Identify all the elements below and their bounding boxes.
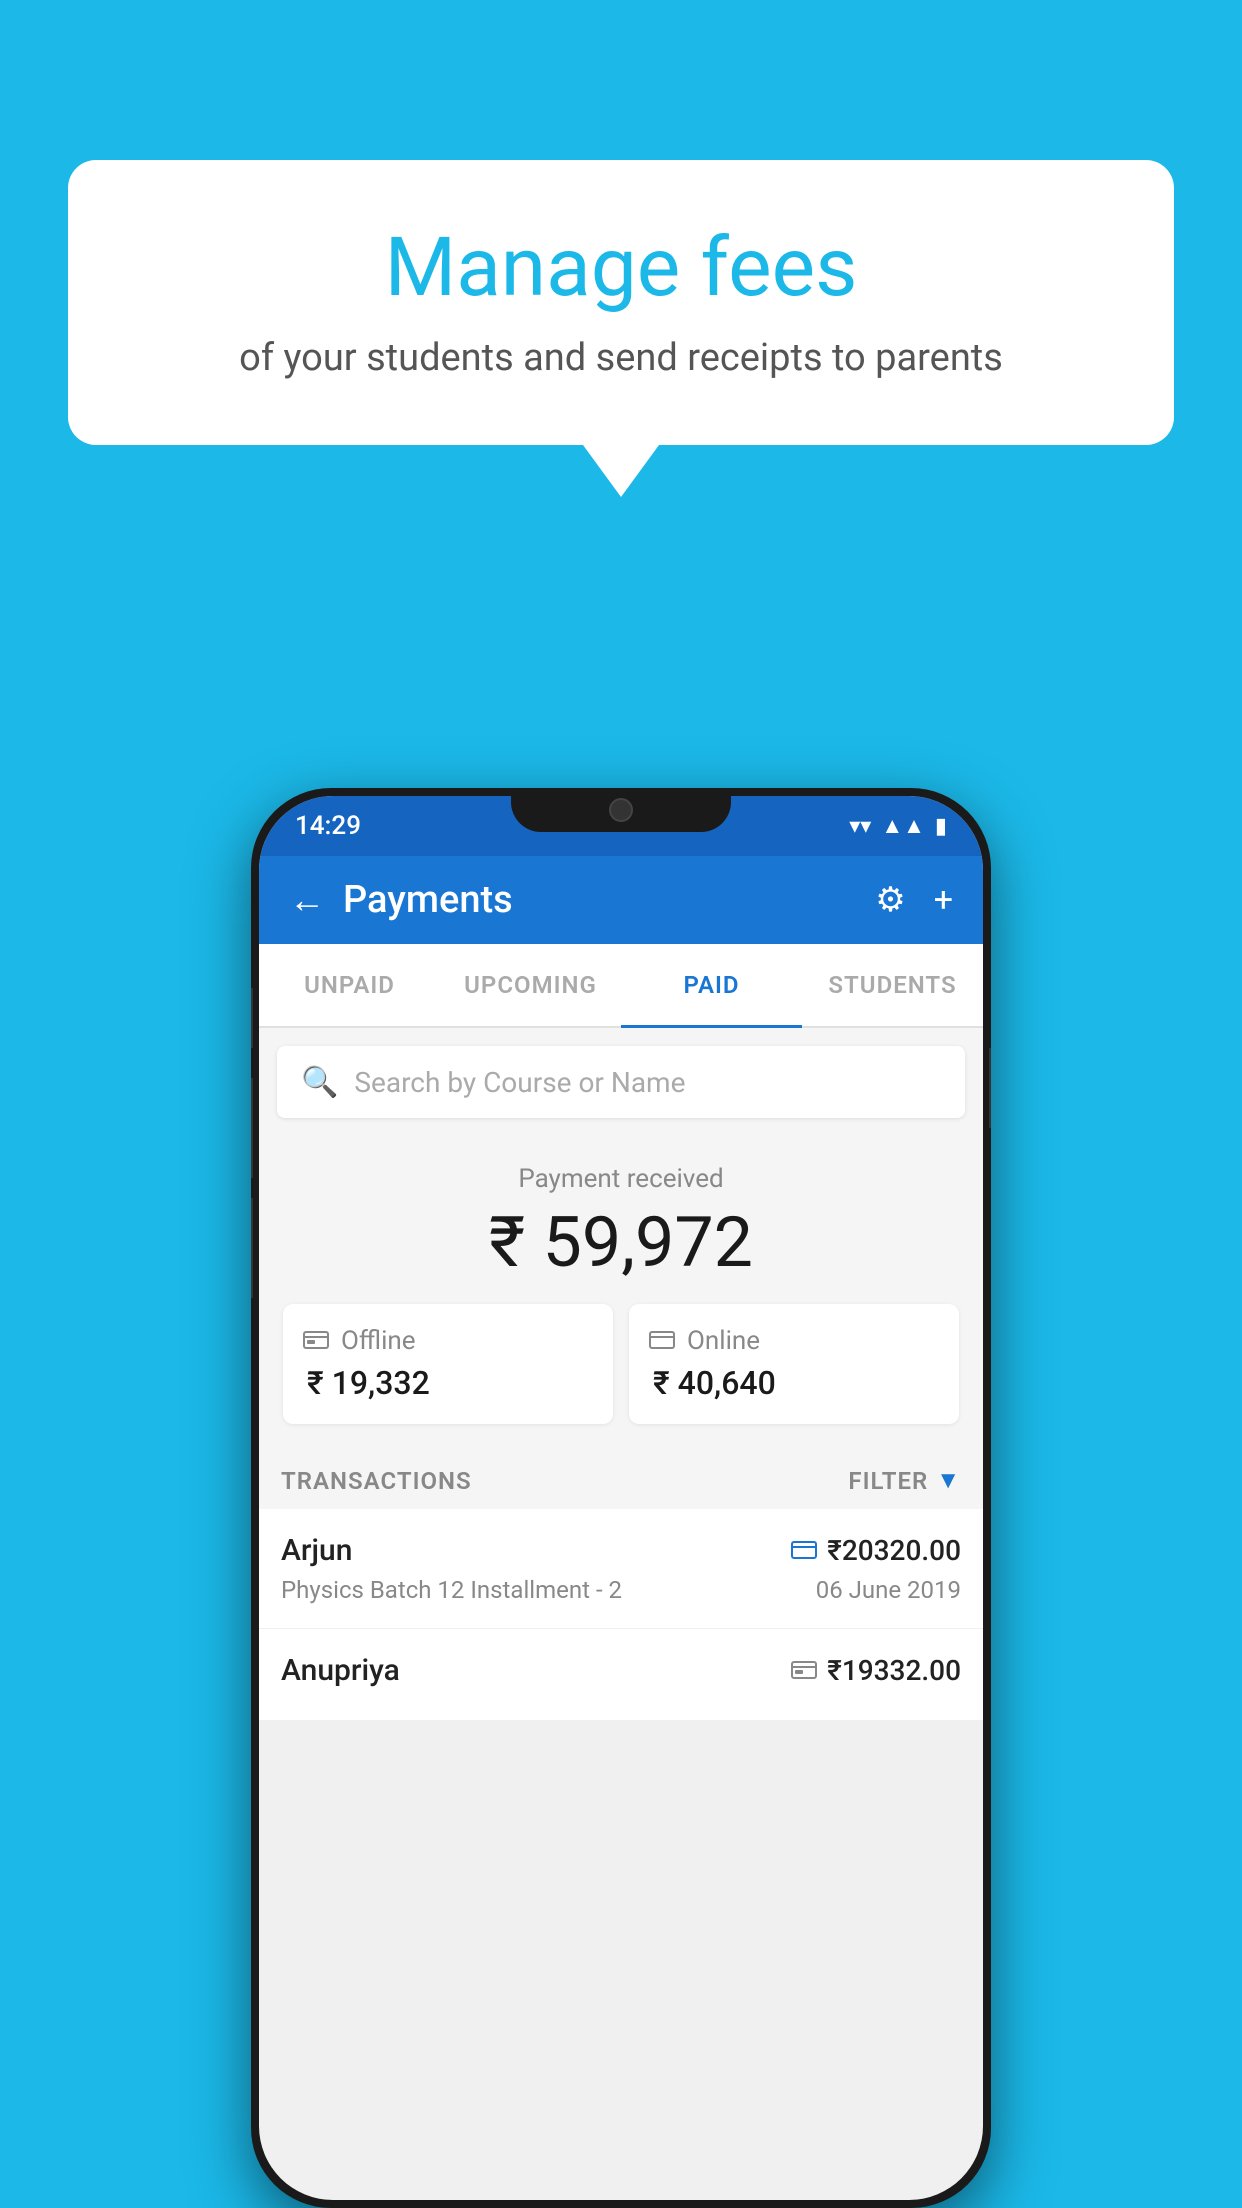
volume-down-button (251, 1078, 253, 1178)
filter-label-text: FILTER (848, 1467, 928, 1495)
transaction-item[interactable]: Arjun ₹20320.00 (259, 1509, 983, 1629)
online-label: Online (687, 1326, 760, 1356)
speech-bubble-container: Manage fees of your students and send re… (68, 160, 1174, 497)
transaction-item[interactable]: Anupriya ₹19332.00 (259, 1629, 983, 1721)
phone-notch (511, 788, 731, 832)
payment-type-icon (791, 1536, 817, 1566)
offline-card-header: Offline (303, 1326, 416, 1356)
transaction-row2: Physics Batch 12 Installment - 2 06 June… (281, 1576, 961, 1604)
tab-unpaid[interactable]: UNPAID (259, 944, 440, 1028)
offline-payment-icon (791, 1656, 817, 1686)
payment-total-amount: ₹ 59,972 (279, 1202, 963, 1284)
transaction-name: Anupriya (281, 1653, 400, 1688)
speech-bubble-title: Manage fees (148, 220, 1094, 316)
battery-icon: ▮ (935, 814, 947, 839)
transactions-header: TRANSACTIONS FILTER ▼ (259, 1444, 983, 1509)
transaction-list: Arjun ₹20320.00 (259, 1509, 983, 1721)
signal-icon: ▲▲ (881, 813, 925, 839)
transaction-amount: ₹19332.00 (827, 1654, 961, 1687)
front-camera (609, 798, 633, 822)
search-bar[interactable]: 🔍 Search by Course or Name (277, 1046, 965, 1118)
payment-summary: Payment received ₹ 59,972 (259, 1136, 983, 1444)
header-left: ← Payments (289, 878, 513, 922)
online-card-header: Online (649, 1326, 760, 1356)
status-icons: ▾▾ ▲▲ ▮ (849, 813, 947, 839)
search-icon: 🔍 (301, 1065, 338, 1100)
status-time: 14:29 (295, 811, 361, 841)
transactions-label: TRANSACTIONS (281, 1467, 472, 1495)
settings-icon[interactable]: ⚙ (875, 880, 905, 920)
offline-icon (303, 1326, 329, 1356)
tab-students[interactable]: STUDENTS (802, 944, 983, 1028)
volume-extra-button (251, 1198, 253, 1298)
phone-frame: 14:29 ▾▾ ▲▲ ▮ ← Payments ⚙ + (251, 788, 991, 2208)
transaction-amount: ₹20320.00 (827, 1534, 961, 1567)
online-amount: ₹ 40,640 (649, 1364, 776, 1402)
transaction-row1: Anupriya ₹19332.00 (281, 1653, 961, 1688)
transaction-amount-row: ₹19332.00 (791, 1654, 961, 1687)
content-area: 🔍 Search by Course or Name Payment recei… (259, 1028, 983, 1721)
page-title: Payments (343, 878, 513, 922)
add-icon[interactable]: + (934, 880, 953, 920)
offline-amount: ₹ 19,332 (303, 1364, 430, 1402)
back-button[interactable]: ← (289, 879, 325, 921)
transaction-amount-row: ₹20320.00 (791, 1534, 961, 1567)
tab-paid[interactable]: PAID (621, 944, 802, 1028)
tab-upcoming[interactable]: UPCOMING (440, 944, 621, 1028)
power-button (989, 1048, 991, 1128)
online-icon (649, 1326, 675, 1356)
phone-screen: 14:29 ▾▾ ▲▲ ▮ ← Payments ⚙ + (259, 796, 983, 2200)
transaction-row1: Arjun ₹20320.00 (281, 1533, 961, 1568)
header-right: ⚙ + (875, 880, 953, 920)
phone-container: 14:29 ▾▾ ▲▲ ▮ ← Payments ⚙ + (251, 788, 991, 2208)
offline-card: Offline ₹ 19,332 (283, 1304, 613, 1424)
speech-bubble-subtitle: of your students and send receipts to pa… (148, 336, 1094, 380)
wifi-icon: ▾▾ (849, 814, 871, 839)
transaction-course: Physics Batch 12 Installment - 2 (281, 1576, 622, 1604)
filter-icon: ▼ (936, 1466, 961, 1495)
volume-up-button (251, 988, 253, 1048)
payment-received-label: Payment received (279, 1164, 963, 1194)
search-placeholder: Search by Course or Name (354, 1066, 685, 1099)
payment-cards: Offline ₹ 19,332 (283, 1304, 959, 1424)
filter-button[interactable]: FILTER ▼ (848, 1466, 961, 1495)
offline-label: Offline (341, 1326, 416, 1356)
transaction-date: 06 June 2019 (816, 1576, 961, 1604)
speech-bubble: Manage fees of your students and send re… (68, 160, 1174, 445)
transaction-name: Arjun (281, 1533, 352, 1568)
tabs-bar: UNPAID UPCOMING PAID STUDENTS (259, 944, 983, 1028)
speech-bubble-pointer (583, 445, 659, 497)
app-header: ← Payments ⚙ + (259, 856, 983, 944)
online-card: Online ₹ 40,640 (629, 1304, 959, 1424)
